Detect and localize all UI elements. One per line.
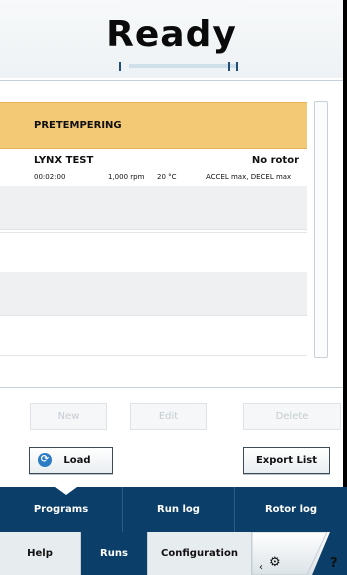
tab-configuration[interactable]: Configuration xyxy=(148,532,252,575)
row-divider xyxy=(0,355,307,356)
refresh-icon: ⟳ xyxy=(38,453,52,467)
program-temperature: 20 °C xyxy=(157,173,177,181)
gears-icon: ⚙ xyxy=(269,555,281,570)
program-row[interactable]: LYNX TEST No rotor 00:02:00 1,000 rpm 20… xyxy=(0,149,307,185)
list-scrollbar[interactable] xyxy=(314,101,328,358)
tab-rotor-log[interactable]: Rotor log xyxy=(235,487,347,532)
export-list-button[interactable]: Export List xyxy=(243,447,330,474)
load-label: Load xyxy=(63,455,91,466)
program-row-selected[interactable]: PRETEMPERING xyxy=(0,102,307,149)
section-divider xyxy=(0,387,343,388)
status-title: Ready xyxy=(106,14,237,55)
tab-runs[interactable]: Runs xyxy=(81,532,148,575)
status-header: Ready xyxy=(0,0,343,78)
program-name: LYNX TEST xyxy=(34,155,94,166)
program-name: PRETEMPERING xyxy=(34,120,122,131)
row-divider xyxy=(0,232,307,233)
edit-button[interactable]: Edit xyxy=(130,403,207,430)
progress-tick-right-1 xyxy=(228,62,230,71)
progress-track xyxy=(129,64,237,68)
rotor-status: No rotor xyxy=(251,155,299,166)
program-list: PRETEMPERING LYNX TEST No rotor 00:02:00… xyxy=(0,102,307,356)
primary-nav: Programs Run log Rotor log xyxy=(0,487,347,532)
delete-button[interactable]: Delete xyxy=(243,403,341,430)
list-item-empty[interactable] xyxy=(0,272,307,316)
active-tab-indicator xyxy=(55,487,77,495)
header-divider xyxy=(0,80,343,81)
list-item-empty[interactable] xyxy=(0,186,307,230)
progress-tick-left xyxy=(119,62,121,71)
tab-run-log[interactable]: Run log xyxy=(123,487,235,532)
chevron-left-icon: ‹ xyxy=(259,562,263,573)
load-button[interactable]: ⟳ Load xyxy=(29,447,113,474)
progress-tick-right-2 xyxy=(236,62,238,71)
program-duration: 00:02:00 xyxy=(34,173,66,181)
program-speed: 1,000 rpm xyxy=(108,173,145,181)
new-button[interactable]: New xyxy=(30,403,107,430)
help-icon[interactable]: ? xyxy=(330,556,338,571)
program-accel-decel: ACCEL max, DECEL max xyxy=(206,173,292,181)
tab-help[interactable]: Help xyxy=(0,532,81,575)
